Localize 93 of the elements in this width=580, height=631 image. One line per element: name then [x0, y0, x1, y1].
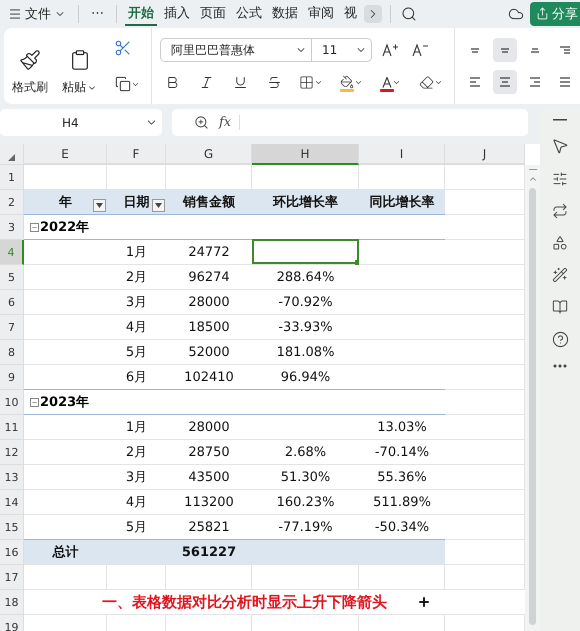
letter-a-icon	[382, 76, 392, 88]
column-header[interactable]: E	[24, 144, 107, 165]
grid-cell	[107, 565, 166, 590]
row-number[interactable]: 5	[0, 265, 24, 290]
annotation-text: 一、表格数据对比分析时显示上升下降箭头	[102, 592, 387, 612]
paint-bucket-icon	[340, 75, 354, 89]
collapse-icon[interactable]	[30, 222, 39, 232]
search-icon	[401, 6, 417, 22]
ribbon-tab[interactable]: 插入	[161, 2, 193, 26]
help-icon	[552, 331, 568, 348]
zoom-icon	[194, 115, 209, 130]
grid-icon	[299, 74, 314, 90]
vertical-scrollbar[interactable]	[525, 165, 540, 631]
row-number[interactable]: 11	[0, 415, 24, 440]
name-box[interactable]: H4	[0, 109, 162, 136]
column-header[interactable]: G	[166, 144, 252, 165]
filter-dropdown-icon[interactable]	[93, 199, 106, 212]
row-number[interactable]: 8	[0, 340, 24, 365]
align-icon	[559, 77, 571, 87]
column-header-cell: 销售金额	[166, 190, 252, 215]
shapes-icon	[552, 235, 568, 251]
column-header-cell: 环比增长率	[252, 190, 359, 215]
row-number[interactable]: 14	[0, 490, 24, 515]
copy-icon	[114, 76, 130, 92]
font-name-dropdown[interactable]: 阿里巴巴普惠体	[160, 38, 312, 62]
ribbon-tab[interactable]: 视	[341, 2, 360, 26]
row-number[interactable]: 12	[0, 440, 24, 465]
filter-dropdown-icon[interactable]	[152, 199, 165, 212]
share-button[interactable]: 分享	[530, 2, 580, 26]
align-icon	[530, 48, 540, 52]
total-value: 561227	[166, 540, 252, 565]
font-size-dropdown[interactable]: 11	[312, 38, 372, 62]
column-header[interactable]: I	[359, 144, 445, 165]
ribbon-tab[interactable]: 开始	[125, 2, 157, 26]
row-number[interactable]: 7	[0, 315, 24, 340]
sliders-icon	[552, 171, 568, 187]
row-number[interactable]: 2	[0, 190, 24, 215]
formula-input[interactable]: fx	[172, 109, 528, 136]
minimize-icon[interactable]	[553, 119, 567, 121]
align-icon	[529, 77, 541, 87]
row-number[interactable]: 15	[0, 515, 24, 540]
column-header-cell: 年	[24, 190, 107, 215]
italic-icon	[198, 74, 214, 90]
eraser-icon	[419, 74, 434, 90]
row-number[interactable]: 6	[0, 290, 24, 315]
increase-font-icon	[382, 43, 398, 57]
row-number[interactable]: 16	[0, 540, 24, 565]
share-icon	[536, 7, 549, 20]
cursor-icon	[551, 137, 569, 155]
column-header[interactable]: H	[252, 144, 359, 165]
ribbon-tab[interactable]: 数据	[269, 2, 301, 26]
total-label: 总计	[24, 540, 107, 565]
ribbon-tab[interactable]: 审阅	[305, 2, 337, 26]
paintbrush-icon	[19, 49, 41, 71]
align-icon	[470, 48, 480, 52]
row-number[interactable]: 10	[0, 390, 24, 415]
row-number[interactable]: 17	[0, 565, 24, 590]
row-number[interactable]: 9	[0, 365, 24, 390]
menu-icon	[8, 6, 22, 20]
align-icon	[500, 48, 510, 52]
column-header-cell: 同比增长率	[359, 190, 445, 215]
collapse-icon[interactable]	[30, 398, 39, 406]
align-icon	[469, 77, 481, 87]
file-menu[interactable]: 文件	[4, 2, 70, 26]
vertical-align-button[interactable]	[493, 38, 517, 62]
ribbon-tab[interactable]: 页面	[197, 2, 229, 26]
horizontal-align-button[interactable]	[493, 70, 517, 94]
column-header[interactable]: J	[445, 144, 525, 165]
wand-icon	[552, 267, 568, 283]
grid-cell	[107, 165, 166, 190]
scroll-tabs-button[interactable]	[364, 4, 382, 22]
ribbon-tab[interactable]: 公式	[233, 2, 265, 26]
swap-icon	[552, 203, 568, 219]
more-menu[interactable]: ⋯	[87, 2, 108, 26]
align-icon	[559, 46, 571, 54]
more-icon[interactable]	[553, 364, 567, 368]
book-icon	[552, 299, 568, 315]
format-painter-button[interactable]: 格式刷	[12, 49, 48, 96]
scissors-icon	[114, 39, 132, 57]
strikethrough-icon	[266, 74, 282, 90]
select-all-icon[interactable]	[8, 154, 15, 161]
row-number[interactable]: 13	[0, 465, 24, 490]
row-number[interactable]: 18	[0, 590, 24, 615]
paste-button[interactable]: 粘贴	[62, 49, 97, 96]
decrease-font-icon	[412, 43, 428, 57]
move-cursor-icon	[417, 595, 431, 609]
underline-icon	[232, 74, 248, 90]
row-number[interactable]: 3	[0, 215, 24, 240]
column-header[interactable]: F	[107, 144, 166, 165]
row-number[interactable]: 19	[0, 615, 24, 631]
column-header-cell: 日期	[107, 190, 166, 215]
align-icon	[499, 77, 511, 87]
row-number[interactable]: 1	[0, 165, 24, 190]
